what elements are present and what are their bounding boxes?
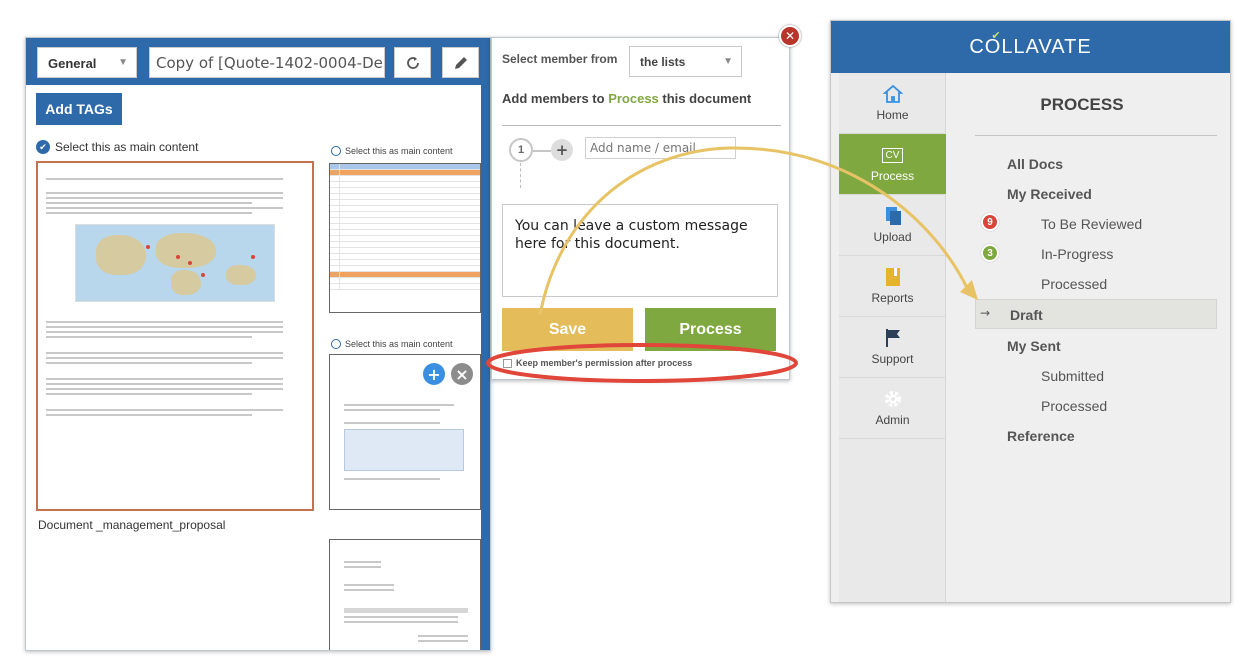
document-toolbar: General ▼ Copy of [Quote-1402-0004-Den (26, 38, 490, 85)
menu-reference[interactable]: Reference (1007, 428, 1075, 444)
heading-prefix: Add members to (502, 91, 609, 106)
checkbox[interactable] (503, 358, 512, 368)
modal-heading: Add members to Process this document (502, 91, 751, 106)
menu-to-be-reviewed[interactable]: To Be Reviewed (1041, 216, 1142, 232)
close-icon[interactable]: × (451, 363, 473, 385)
process-menu: PROCESS All Docs My Received 9 To Be Rev… (947, 73, 1230, 602)
in-progress-count-badge: 3 (981, 244, 999, 262)
refresh-button[interactable] (394, 47, 431, 78)
main-content-label: Select this as main content (55, 140, 199, 154)
menu-all-docs[interactable]: All Docs (1007, 156, 1063, 172)
category-select[interactable]: General ▼ (37, 47, 137, 78)
arrow-right-icon: → (980, 306, 991, 320)
logo-text: COLLAVATE (969, 35, 1092, 58)
cv-icon-text: CV (881, 147, 904, 163)
divider (502, 125, 781, 126)
process-button[interactable]: Process (645, 308, 776, 351)
keep-permission-option[interactable]: Keep member's permission after process (503, 358, 692, 368)
upload-icon (884, 206, 902, 226)
world-map-image (75, 224, 275, 302)
gear-icon (883, 389, 903, 409)
nav-label: Home (876, 108, 909, 122)
thumbnail-select-label: Select this as main content (345, 339, 453, 349)
step-connector (520, 163, 521, 188)
member-source-select[interactable]: the lists ▼ (629, 46, 742, 77)
plus-icon[interactable]: + (423, 363, 445, 385)
main-document-preview[interactable] (36, 161, 314, 511)
nav-label: Support (871, 352, 914, 366)
nav-label: Reports (871, 291, 914, 305)
to-be-reviewed-count-badge: 9 (981, 213, 999, 231)
collavate-app: ✔ COLLAVATE Home CV Process Upload Report… (830, 20, 1231, 603)
home-icon (882, 84, 903, 104)
add-member-plus-icon[interactable]: + (551, 139, 573, 161)
thumbnail-select-2[interactable]: Select this as main content (331, 339, 453, 349)
modal-close-button[interactable]: ✕ (779, 25, 801, 47)
side-nav: Home CV Process Upload Reports Support A… (839, 73, 946, 602)
document-caption: Document _management_proposal (38, 518, 226, 532)
nav-item-process[interactable]: CV Process (839, 134, 946, 195)
text-line (46, 178, 284, 180)
thumbnail-select-1[interactable]: Select this as main content (331, 146, 453, 156)
nav-item-upload[interactable]: Upload (839, 195, 946, 256)
reports-icon (885, 267, 901, 287)
main-content-selector[interactable]: ✔ Select this as main content (36, 140, 198, 154)
menu-submitted[interactable]: Submitted (1041, 368, 1104, 384)
flag-icon (884, 328, 902, 348)
custom-message-textarea[interactable]: You can leave a custom message here for … (502, 204, 778, 297)
panel-scrollbar[interactable] (481, 38, 490, 650)
menu-processed-sent[interactable]: Processed (1041, 398, 1107, 414)
menu-in-progress[interactable]: In-Progress (1041, 246, 1113, 262)
radio-icon (331, 339, 341, 349)
thumbnail-select-label: Select this as main content (345, 146, 453, 156)
name-email-input[interactable] (585, 137, 736, 159)
heading-highlight: Process (608, 91, 659, 106)
refresh-icon (406, 56, 419, 69)
check-mark-icon: ✔ (991, 29, 1002, 42)
select-member-label: Select member from (502, 52, 618, 66)
document-thumbnail[interactable]: + × (329, 354, 481, 510)
nav-label: Admin (875, 413, 910, 427)
pencil-icon (454, 56, 467, 69)
chevron-down-icon: ▼ (118, 57, 128, 68)
document-title-input[interactable]: Copy of [Quote-1402-0004-Den (149, 47, 385, 78)
check-circle-icon: ✔ (36, 140, 50, 154)
app-header: ✔ COLLAVATE (831, 21, 1230, 73)
category-select-value: General (48, 56, 97, 71)
edit-button[interactable] (442, 47, 479, 78)
menu-my-sent[interactable]: My Sent (1007, 338, 1061, 354)
save-button[interactable]: Save (502, 308, 633, 351)
step-number: 1 (509, 138, 533, 162)
heading-suffix: this document (658, 91, 752, 106)
add-tags-button[interactable]: Add TAGs (36, 93, 122, 125)
keep-permission-label: Keep member's permission after process (516, 358, 693, 368)
menu-draft[interactable]: → Draft (975, 299, 1217, 329)
step-connector (533, 150, 551, 152)
nav-item-reports[interactable]: Reports (839, 256, 946, 317)
menu-my-received[interactable]: My Received (1007, 186, 1092, 202)
document-panel: General ▼ Copy of [Quote-1402-0004-Den A… (25, 37, 491, 651)
nav-label: Upload (873, 230, 912, 244)
radio-icon (331, 146, 341, 156)
menu-draft-label: Draft (1010, 307, 1043, 323)
close-icon: ✕ (784, 29, 796, 43)
menu-processed-received[interactable]: Processed (1041, 276, 1107, 292)
nav-item-support[interactable]: Support (839, 317, 946, 378)
document-thumbnail[interactable] (329, 539, 481, 650)
page-title: PROCESS (1040, 95, 1124, 114)
add-members-modal: Select member from the lists ▼ Add membe… (491, 37, 790, 380)
nav-item-home[interactable]: Home (839, 73, 946, 134)
document-thumbnail[interactable] (329, 163, 481, 313)
chevron-down-icon: ▼ (723, 56, 733, 67)
nav-label: Process (870, 169, 915, 183)
nav-item-admin[interactable]: Admin (839, 378, 946, 439)
divider (975, 135, 1217, 136)
collavate-logo[interactable]: ✔ COLLAVATE (969, 30, 1092, 59)
cv-icon: CV (881, 145, 904, 165)
member-source-value: the lists (640, 55, 686, 69)
